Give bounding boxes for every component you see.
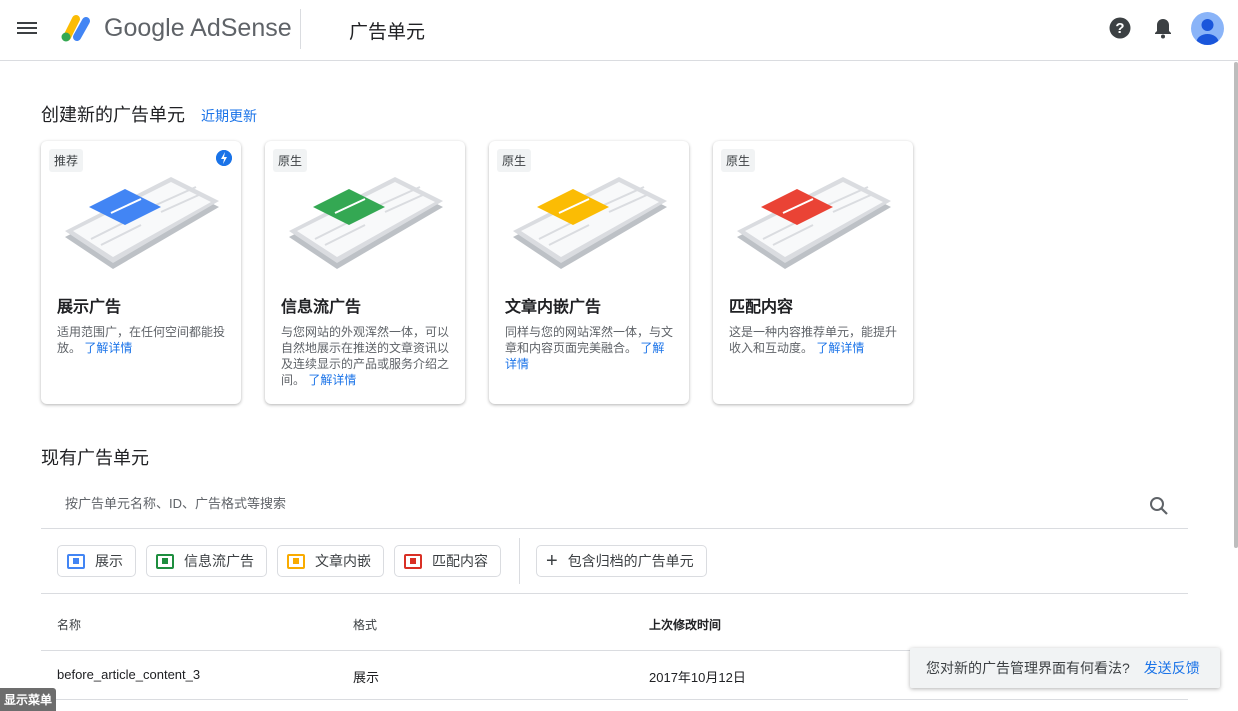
filter-chip[interactable]: 文章内嵌 (277, 545, 384, 577)
ad-type-card[interactable]: 原生 信息流广告 与您网站的外观浑然一体，可以自然地展示在推送的文章资讯以及连续… (265, 141, 465, 404)
chip-label: 展示 (95, 553, 123, 569)
chip-label: 包含归档的广告单元 (567, 553, 694, 569)
chip-label: 文章内嵌 (315, 553, 371, 569)
column-header-name[interactable]: 名称 (57, 616, 81, 633)
chip-label: 信息流广告 (184, 553, 254, 569)
card-illustration (513, 177, 667, 269)
section-title: 创建新的广告单元 (41, 105, 185, 125)
ad-format-icon (287, 553, 305, 569)
recent-updates-link[interactable]: 近期更新 (201, 108, 257, 124)
filter-chip[interactable]: 展示 (57, 545, 136, 577)
svg-text:?: ? (1115, 20, 1124, 37)
card-illustration (65, 177, 219, 269)
card-tag: 原生 (273, 149, 308, 172)
feedback-toast: 您对新的广告管理界面有何看法? 发送反馈 (910, 648, 1220, 688)
divider (41, 699, 1188, 700)
divider (519, 538, 520, 584)
column-header-modified[interactable]: 上次修改时间 (649, 616, 721, 633)
divider (41, 593, 1188, 594)
show-menu-button[interactable]: 显示菜单 (0, 688, 57, 711)
card-tag: 原生 (497, 149, 532, 172)
card-description: 与您网站的外观浑然一体，可以自然地展示在推送的文章资讯以及连续显示的产品或服务介… (281, 324, 451, 388)
card-title: 文章内嵌广告 (505, 299, 602, 316)
ad-format-icon (404, 553, 422, 569)
ad-type-card[interactable]: 原生 匹配内容 这是一种内容推荐单元，能提升收入和互动度。 了解详情 (713, 141, 913, 404)
filter-chip[interactable]: 匹配内容 (394, 545, 501, 577)
card-tag: 推荐 (49, 149, 84, 172)
include-archived-button[interactable]: + 包含归档的广告单元 (536, 545, 707, 577)
description-text: 与您网站的外观浑然一体，可以自然地展示在推送的文章资讯以及连续显示的产品或服务介… (281, 325, 450, 387)
bolt-icon (216, 150, 232, 166)
help-icon[interactable]: ? (1109, 17, 1131, 39)
card-illustration (737, 177, 891, 269)
bell-icon[interactable] (1153, 17, 1173, 39)
card-description: 适用范围广，在任何空间都能投放。 了解详情 (57, 324, 227, 356)
scrollbar[interactable] (1234, 62, 1238, 548)
description-text: 适用范围广，在任何空间都能投放。 (57, 325, 226, 355)
card-description: 同样与您的网站浑然一体，与文章和内容页面完美融合。 了解详情 (505, 324, 675, 372)
create-section-title: 创建新的广告单元 近期更新 (41, 101, 257, 127)
top-app-bar: Google AdSense 广告单元 ? (0, 0, 1238, 61)
ad-format-icon (67, 553, 85, 569)
cell-name[interactable]: before_article_content_3 (57, 667, 200, 682)
learn-more-link[interactable]: 了解详情 (84, 341, 132, 355)
card-title: 匹配内容 (729, 299, 794, 316)
search-input[interactable] (65, 496, 1115, 511)
card-illustration (289, 177, 443, 269)
column-header-format[interactable]: 格式 (353, 616, 377, 633)
feedback-question: 您对新的广告管理界面有何看法? (926, 660, 1130, 676)
card-description: 这是一种内容推荐单元，能提升收入和互动度。 了解详情 (729, 324, 899, 356)
filter-chip[interactable]: 信息流广告 (146, 545, 267, 577)
existing-section-title: 现有广告单元 (41, 448, 149, 468)
page-title: 广告单元 (349, 22, 426, 43)
card-title: 展示广告 (57, 299, 122, 316)
plus-icon: + (546, 549, 558, 572)
ad-type-card[interactable]: 原生 文章内嵌广告 同样与您的网站浑然一体，与文章和内容页面完美融合。 了解详情 (489, 141, 689, 404)
learn-more-link[interactable]: 了解详情 (816, 341, 864, 355)
send-feedback-link[interactable]: 发送反馈 (1144, 658, 1200, 678)
chip-label: 匹配内容 (432, 553, 488, 569)
divider (300, 9, 301, 49)
card-tag: 原生 (721, 149, 756, 172)
adsense-logo (61, 15, 90, 42)
card-title: 信息流广告 (281, 299, 362, 316)
cell-modified: 2017年10月12日 (649, 670, 746, 685)
menu-icon[interactable] (17, 19, 37, 39)
description-text: 这是一种内容推荐单元，能提升收入和互动度。 (729, 325, 898, 355)
ad-format-icon (156, 553, 174, 569)
avatar[interactable] (1191, 12, 1224, 45)
cell-format: 展示 (353, 670, 380, 685)
search-icon[interactable] (1149, 496, 1169, 516)
ad-type-card[interactable]: 推荐 展示广告 适用范围广，在任何空间都能投放。 了解详情 (41, 141, 241, 404)
learn-more-link[interactable]: 了解详情 (308, 373, 356, 387)
brand-name: Google AdSense (104, 14, 292, 42)
search-bar (41, 482, 1188, 529)
